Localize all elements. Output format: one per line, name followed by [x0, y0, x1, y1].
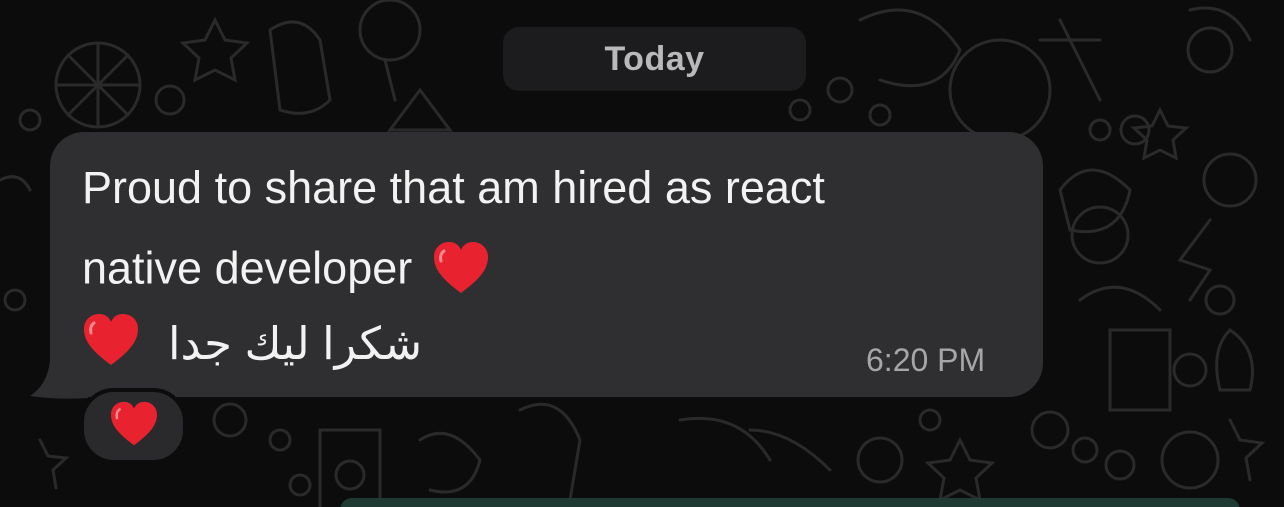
message-reaction-badge[interactable]	[80, 388, 187, 464]
message-timestamp: 6:20 PM	[866, 342, 986, 378]
message-text-line-3: شكرا ليك جدا	[82, 313, 422, 374]
red-heart-icon	[82, 313, 140, 374]
date-separator-label: Today	[604, 39, 705, 78]
date-separator: Today	[503, 27, 806, 91]
message-text-line-1: Proud to share that am hired as react	[82, 162, 825, 213]
red-heart-icon	[109, 401, 159, 452]
message-text-line-2: native developer	[82, 241, 490, 302]
message-text-line-2-label: native developer	[82, 242, 413, 294]
chat-background: Today Proud to share that am hired as re…	[0, 0, 1284, 507]
message-text-arabic: شكرا ليك جدا	[168, 318, 423, 369]
next-message-bubble-edge	[340, 498, 1240, 507]
red-heart-icon	[432, 241, 490, 302]
